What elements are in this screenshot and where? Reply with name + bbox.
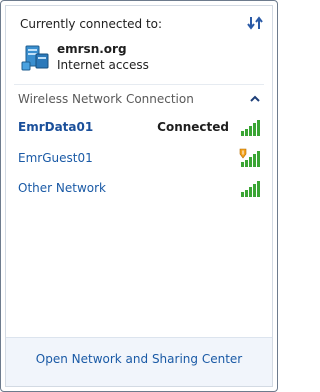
refresh-icon[interactable]: [246, 14, 264, 32]
network-name[interactable]: EmrGuest01: [18, 151, 93, 165]
open-network-sharing-center-link[interactable]: Open Network and Sharing Center: [6, 352, 272, 366]
collapse-chevron-icon[interactable]: [250, 94, 260, 104]
section-divider: [14, 84, 264, 85]
connected-network-access: Internet access: [57, 58, 149, 72]
network-row-other-network[interactable]: Other Network: [6, 178, 272, 200]
flyout-panel: Currently connected to: emrsn.org Intern…: [5, 5, 273, 387]
signal-strength-warning-icon: [239, 148, 260, 167]
signal-strength-icon: [241, 181, 260, 197]
section-title[interactable]: Wireless Network Connection: [18, 92, 194, 106]
flyout-footer: Open Network and Sharing Center: [6, 337, 272, 386]
network-name[interactable]: Other Network: [18, 181, 106, 195]
network-flyout: Currently connected to: emrsn.org Intern…: [0, 0, 278, 392]
signal-strength-icon: [241, 120, 260, 136]
currently-connected-heading: Currently connected to:: [20, 17, 163, 31]
network-status: Connected: [157, 120, 229, 134]
network-row-emrdata01[interactable]: EmrData01 Connected: [6, 117, 272, 139]
network-name[interactable]: EmrData01: [18, 120, 93, 134]
network-row-emrguest01[interactable]: EmrGuest01: [6, 148, 272, 170]
connected-network-name: emrsn.org: [57, 42, 127, 56]
domain-network-icon: [21, 45, 49, 71]
